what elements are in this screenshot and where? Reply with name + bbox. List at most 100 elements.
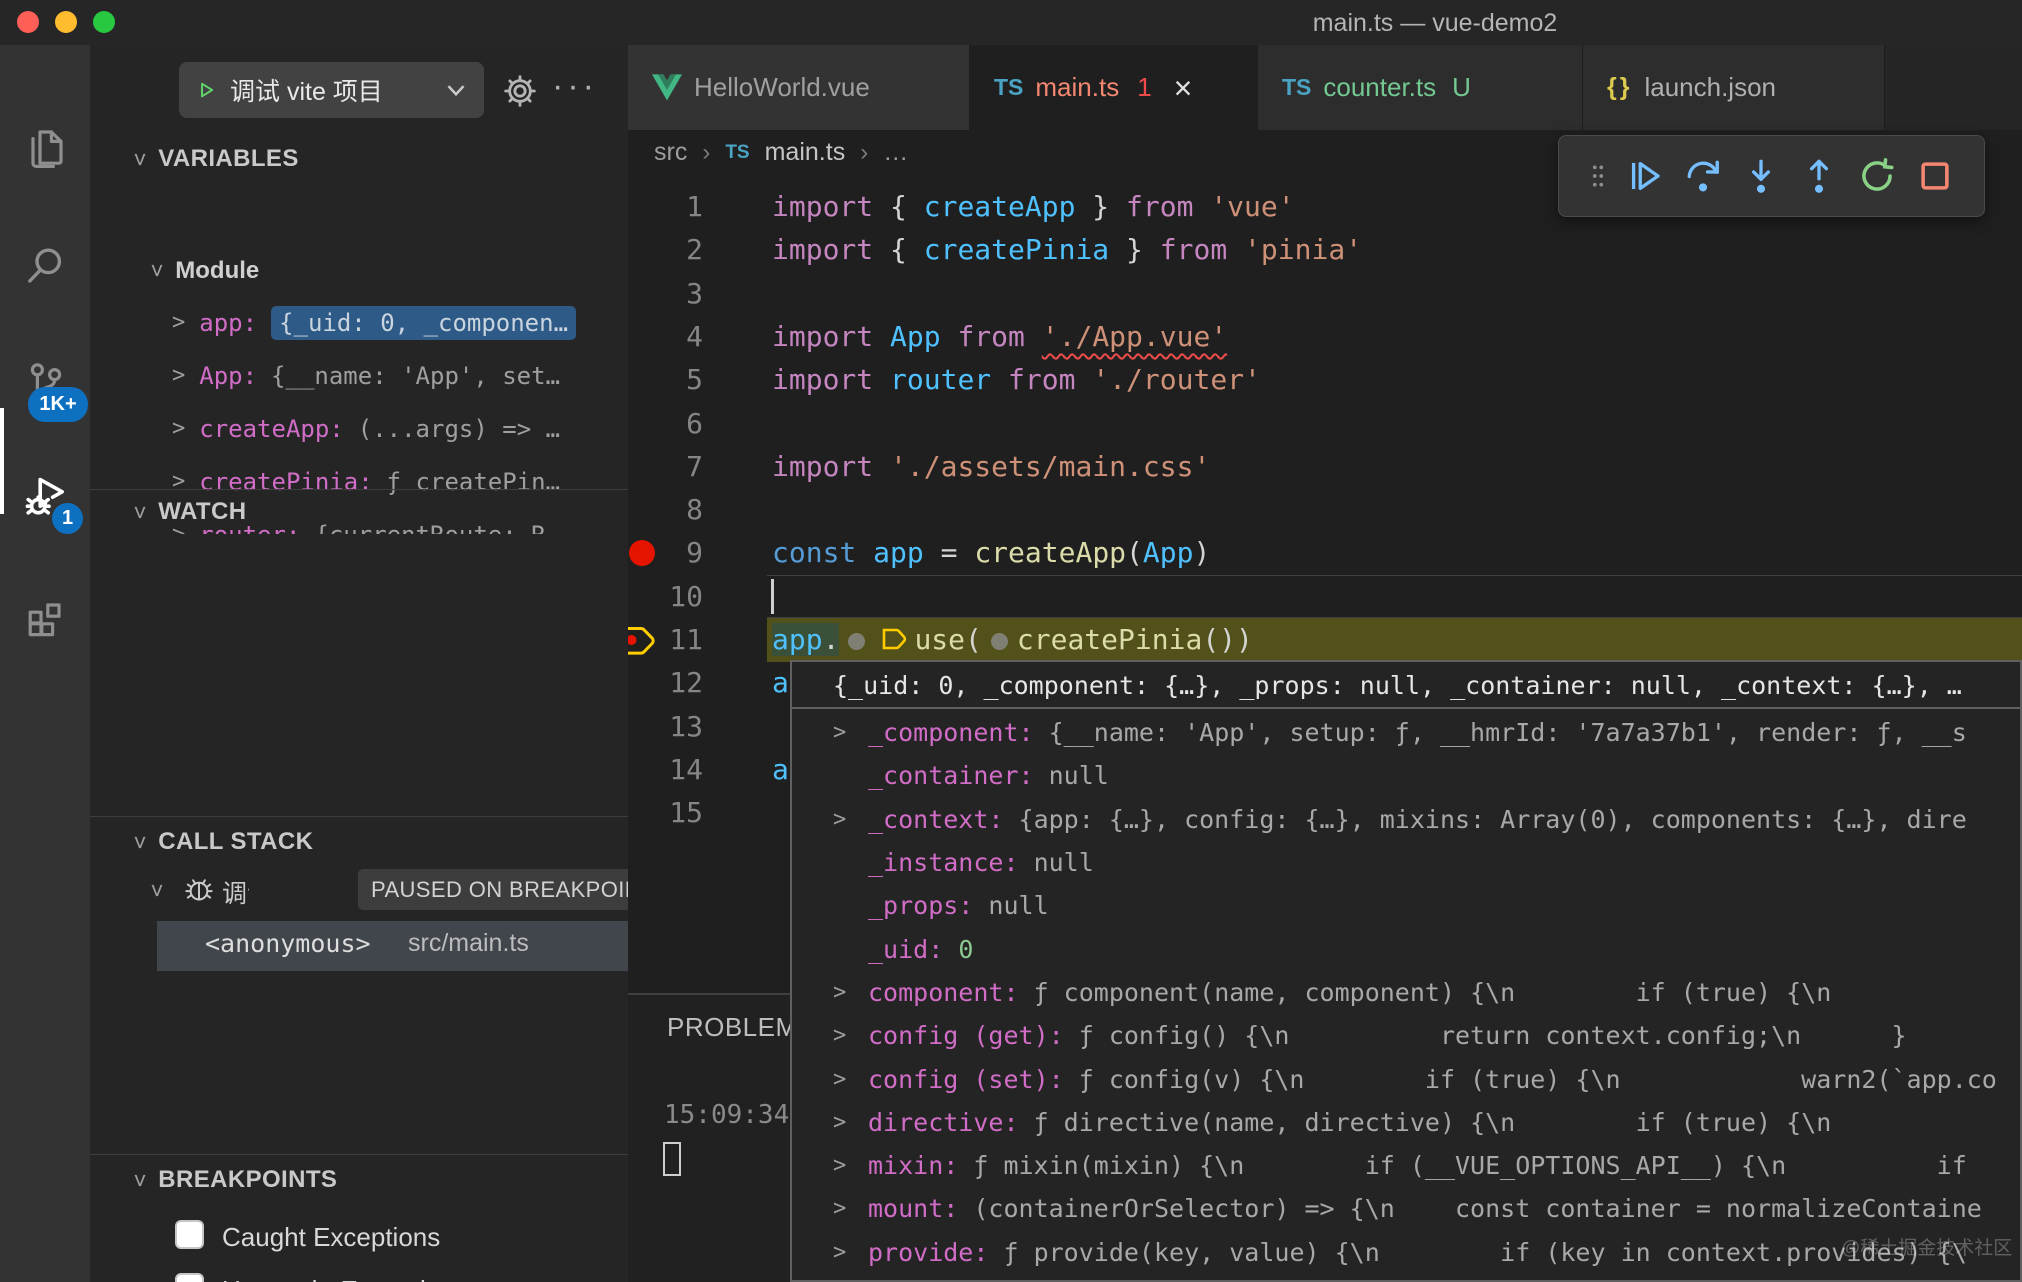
popup-property-row[interactable]: >config (set): ƒ config(v) {\n if (true)… (792, 1057, 2022, 1100)
tab-counter-ts[interactable]: TS counter.ts U (1258, 45, 1583, 130)
search-icon[interactable] (21, 241, 69, 289)
tab-helloworld-vue[interactable]: HelloWorld.vue (628, 45, 970, 130)
property-value: null (988, 891, 1048, 920)
line-number[interactable]: 10 (628, 575, 703, 618)
popup-property-row[interactable]: >_component: {__name: 'App', setup: ƒ, _… (792, 711, 2022, 754)
tab-launch-json[interactable]: {} launch.json (1583, 45, 1885, 130)
code-token: a (772, 753, 789, 786)
line-number[interactable]: 7 (628, 445, 703, 488)
popup-property-row[interactable]: >provide: ƒ provide(key, value) {\n if (… (792, 1231, 2022, 1274)
line-number[interactable]: 6 (628, 402, 703, 445)
popup-property-row[interactable]: >config (get): ƒ config() {\n return con… (792, 1014, 2022, 1057)
stop-icon[interactable] (1916, 157, 1954, 195)
line-number[interactable]: 4 (628, 315, 703, 358)
property-value: ƒ config() {\n return context.config;\n … (1079, 1021, 1907, 1050)
code-line[interactable]: 4 import App from './App.vue' (628, 315, 2022, 358)
line-number[interactable]: 3 (628, 272, 703, 315)
step-into-icon[interactable] (1742, 157, 1780, 195)
code-line[interactable]: 9const app = createApp(App) (628, 531, 2022, 574)
close-window-icon[interactable] (17, 11, 39, 33)
code-line[interactable]: 10 (628, 575, 2022, 618)
tab-main-ts[interactable]: TS main.ts 1 × (970, 45, 1258, 130)
popup-property-row[interactable]: >mixin: ƒ mixin(mixin) {\n if (__VUE_OPT… (792, 1144, 2022, 1187)
line-number[interactable]: 15 (628, 791, 703, 834)
popup-property-row[interactable]: >unmount: ƒ unmount() {\n if (isMounted)… (792, 1274, 2022, 1282)
line-number[interactable]: 13 (628, 705, 703, 748)
close-icon[interactable]: × (1174, 72, 1193, 104)
extensions-icon[interactable] (21, 591, 69, 639)
popup-property-row[interactable]: >_context: {app: {…}, config: {…}, mixin… (792, 798, 2022, 841)
code-token: const (772, 536, 856, 569)
code-token (873, 450, 890, 483)
variable-row[interactable]: >app:{_uid: 0, _componen… (90, 296, 628, 349)
call-stack-section-header[interactable]: > CALL STACK (90, 828, 628, 856)
code-line[interactable]: 2import { createPinia } from 'pinia' (628, 228, 2022, 271)
code-token: 'pinia' (1244, 233, 1362, 266)
debug-config-dropdown[interactable]: 调试 vite 项目 (179, 62, 484, 118)
code-token (1025, 320, 1042, 353)
chevron-right-icon: > (172, 416, 185, 441)
tab-git-status: U (1452, 72, 1471, 103)
run-and-debug-icon[interactable]: 1 (21, 471, 69, 519)
vue-icon (652, 74, 682, 101)
line-number[interactable]: 8 (628, 488, 703, 531)
inline-breakpoint-dot-icon[interactable] (991, 633, 1008, 650)
maximize-window-icon[interactable] (93, 11, 115, 33)
settings-gear-icon[interactable] (500, 71, 540, 111)
minimize-window-icon[interactable] (55, 11, 77, 33)
popup-property-row[interactable]: >component: ƒ component(name, component)… (792, 971, 2022, 1014)
problems-tab[interactable]: PROBLEM (667, 1012, 790, 1043)
property-key: mount: (868, 1194, 973, 1223)
code-token: } (1109, 233, 1160, 266)
line-number[interactable]: 14 (628, 748, 703, 791)
json-braces-icon: {} (1607, 73, 1632, 102)
code-line[interactable]: 11app.use(createPinia()) (628, 618, 2022, 661)
line-number[interactable]: 12 (628, 661, 703, 704)
breakpoints-section-header[interactable]: > BREAKPOINTS (90, 1166, 628, 1194)
breadcrumb[interactable]: src › TS main.ts › … (654, 138, 908, 167)
code-line[interactable]: 5import router from './router' (628, 358, 2022, 401)
code-token: createPinia (924, 233, 1109, 266)
watermark: @稀土掘金技术社区 (1841, 1233, 2012, 1260)
code-line[interactable]: 8 (628, 488, 2022, 531)
line-number[interactable]: 1 (628, 185, 703, 228)
breadcrumb-symbol[interactable]: … (883, 138, 908, 167)
restart-icon[interactable] (1858, 157, 1896, 195)
section-divider (90, 1154, 628, 1155)
variables-scope-row[interactable]: > Module (90, 245, 628, 296)
typescript-icon: TS (1282, 74, 1311, 101)
debug-badge: 1 (52, 503, 83, 534)
variable-row[interactable]: >App:{__name: 'App', set… (90, 349, 628, 402)
breadcrumb-file[interactable]: main.ts (765, 138, 846, 167)
source-control-icon[interactable]: 1K+ (21, 357, 69, 405)
inline-breakpoint-dot-icon[interactable] (848, 633, 865, 650)
code-line[interactable]: 7import './assets/main.css' (628, 445, 2022, 488)
step-over-icon[interactable] (1684, 157, 1722, 195)
code-token: ()) (1202, 623, 1253, 656)
line-content: import App from './App.vue' (772, 315, 1227, 358)
explorer-icon[interactable] (21, 125, 69, 173)
line-number[interactable]: 5 (628, 358, 703, 401)
line-number[interactable]: 2 (628, 228, 703, 271)
watch-section-header[interactable]: > WATCH (90, 498, 628, 526)
scope-name: Module (175, 257, 259, 285)
line-number[interactable]: 11 (628, 618, 703, 661)
line-number[interactable]: 9 (628, 531, 703, 574)
code-token: } (1075, 190, 1126, 223)
caught-exceptions-checkbox[interactable] (175, 1220, 204, 1249)
code-line[interactable]: 3 (628, 272, 2022, 315)
variables-section-header[interactable]: > VARIABLES (90, 145, 628, 173)
uncaught-exceptions-checkbox[interactable] (175, 1273, 204, 1282)
popup-property-row[interactable]: >directive: ƒ directive(name, directive)… (792, 1101, 2022, 1144)
property-key: _context: (868, 805, 1019, 834)
drag-handle-icon[interactable] (1590, 163, 1606, 189)
code-token (873, 363, 890, 396)
code-line[interactable]: 6 (628, 402, 2022, 445)
breadcrumb-folder[interactable]: src (654, 138, 687, 167)
more-actions-icon[interactable]: ··· (552, 67, 598, 106)
popup-property-row[interactable]: >mount: (containerOrSelector) => {\n con… (792, 1187, 2022, 1230)
continue-icon[interactable] (1626, 157, 1664, 195)
code-token: import (772, 363, 873, 396)
variable-row[interactable]: >createApp:(...args) => … (90, 402, 628, 455)
step-out-icon[interactable] (1800, 157, 1838, 195)
